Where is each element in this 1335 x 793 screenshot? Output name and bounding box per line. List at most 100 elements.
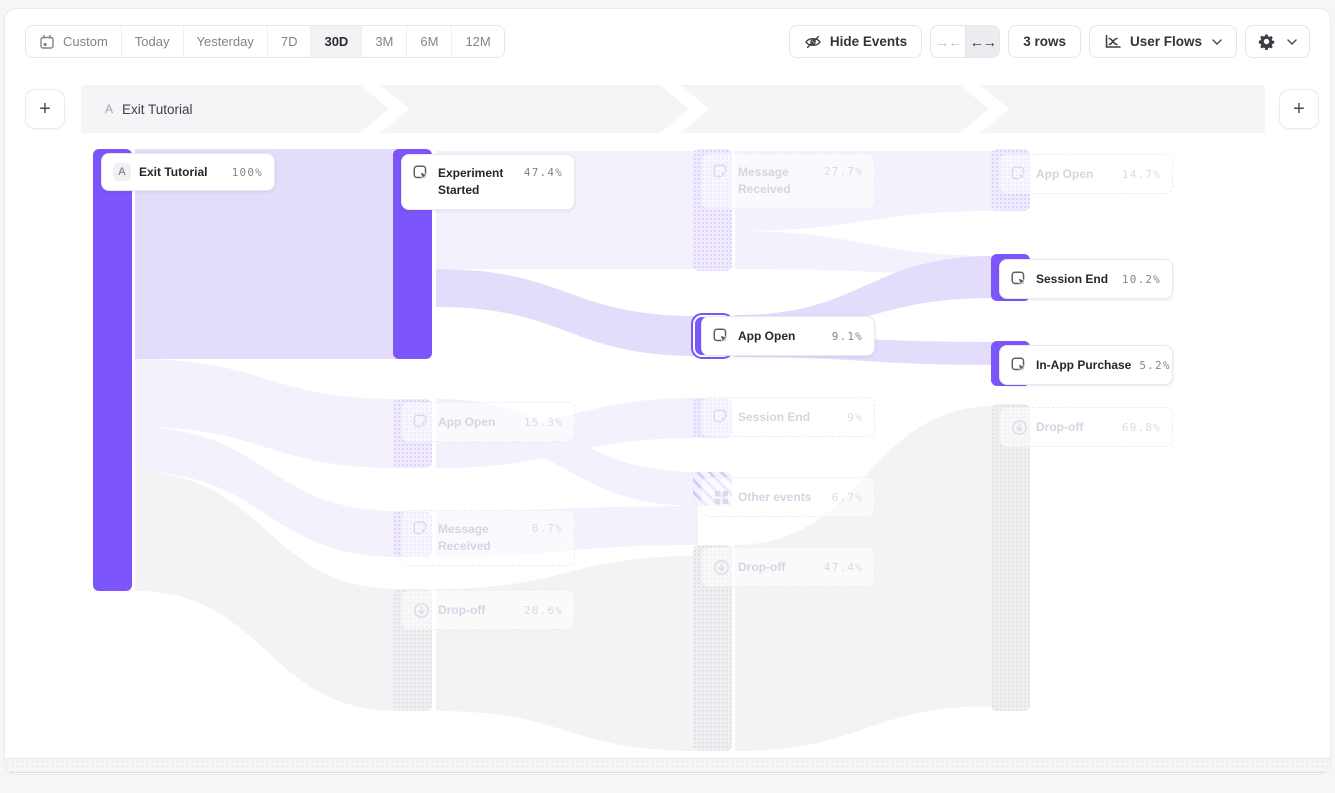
date-range-3m[interactable]: 3M bbox=[361, 26, 406, 57]
calendar-icon bbox=[39, 34, 55, 50]
flow-node-session-end-s2[interactable]: Session End 9% bbox=[701, 397, 875, 437]
date-range-selector: Custom Today Yesterday 7D 30D 3M 6M 12M bbox=[25, 25, 505, 58]
event-icon bbox=[713, 409, 730, 426]
event-icon bbox=[1011, 166, 1028, 183]
event-name: Message Received bbox=[738, 164, 816, 198]
expand-columns-button[interactable]: ←→ bbox=[965, 26, 999, 57]
start-event-label[interactable]: A Exit Tutorial bbox=[105, 85, 193, 133]
hide-events-label: Hide Events bbox=[830, 34, 907, 49]
rows-label: 3 rows bbox=[1023, 34, 1066, 49]
date-range-label: Yesterday bbox=[197, 34, 254, 49]
drop-off-icon bbox=[713, 559, 730, 576]
event-share: 69.8% bbox=[1122, 421, 1161, 434]
gear-icon bbox=[1258, 33, 1275, 50]
event-share: 8.7% bbox=[532, 522, 563, 535]
flow-node-app-open-s1[interactable]: App Open 15.3% bbox=[401, 402, 575, 442]
date-range-label: Today bbox=[135, 34, 170, 49]
flow-ribbon-message-received-s2-to-session-end-s3 bbox=[735, 231, 996, 274]
flow-node-exit-tutorial[interactable]: A Exit Tutorial 100% bbox=[101, 153, 275, 191]
start-event-title: Exit Tutorial bbox=[122, 102, 193, 117]
date-range-label: 30D bbox=[324, 34, 348, 49]
date-range-custom[interactable]: Custom bbox=[26, 26, 121, 57]
flow-node-other-events-s2[interactable]: Other events 6.7% bbox=[701, 477, 875, 517]
event-name: Session End bbox=[1036, 271, 1114, 288]
event-name: App Open bbox=[1036, 166, 1114, 183]
view-selector-label: User Flows bbox=[1130, 34, 1202, 49]
flow-ribbon-drop-off-s1-to-drop-off-s2 bbox=[436, 556, 698, 751]
settings-button[interactable] bbox=[1245, 25, 1310, 58]
event-icon bbox=[713, 328, 730, 345]
toolbar-right: Hide Events →← ←→ 3 rows User Flows bbox=[789, 25, 1310, 58]
toolbar: Custom Today Yesterday 7D 30D 3M 6M 12M Hide Ev… bbox=[25, 25, 1310, 58]
date-range-12m[interactable]: 12M bbox=[451, 26, 503, 57]
flow-node-experiment-started[interactable]: Experiment Started 47.4% bbox=[401, 154, 575, 210]
flow-ribbon-exit-tutorial-to-drop-off-s1 bbox=[135, 472, 398, 711]
drop-off-icon bbox=[413, 602, 430, 619]
event-icon bbox=[1011, 357, 1028, 374]
step-chevron-separators bbox=[81, 85, 1265, 133]
date-range-6m[interactable]: 6M bbox=[406, 26, 451, 57]
flow-node-in-app-purchase-s3[interactable]: In-App Purchase 5.2% bbox=[999, 345, 1173, 385]
date-range-today[interactable]: Today bbox=[121, 26, 183, 57]
event-share: 9.1% bbox=[832, 330, 863, 343]
flow-bar-drop-off-s3[interactable] bbox=[991, 404, 1030, 711]
spacing-toggle: →← ←→ bbox=[930, 25, 1000, 58]
other-events-icon bbox=[713, 489, 730, 506]
event-share: 15.3% bbox=[524, 416, 563, 429]
rows-button[interactable]: 3 rows bbox=[1008, 25, 1081, 58]
event-name: Message Received bbox=[438, 521, 524, 555]
user-flows-panel: Custom Today Yesterday 7D 30D 3M 6M 12M Hide Ev… bbox=[4, 8, 1331, 775]
flow-node-drop-off-s1[interactable]: Drop-off 28.6% bbox=[401, 590, 575, 630]
event-name: Session End bbox=[738, 409, 839, 426]
date-range-30d[interactable]: 30D bbox=[310, 26, 361, 57]
event-icon bbox=[413, 521, 430, 538]
event-name: In-App Purchase bbox=[1036, 357, 1131, 374]
flow-node-app-open-s3[interactable]: App Open14.7% bbox=[999, 154, 1173, 194]
event-share: 28.6% bbox=[524, 604, 563, 617]
event-name: Drop-off bbox=[438, 602, 516, 619]
event-share: 100% bbox=[232, 166, 263, 179]
collapse-columns-button[interactable]: →← bbox=[931, 26, 965, 57]
date-range-label: 6M bbox=[420, 34, 438, 49]
flow-node-session-end-s3[interactable]: Session End10.2% bbox=[999, 259, 1173, 299]
flow-ribbon-experiment-started-to-app-open-s2 bbox=[436, 269, 698, 356]
view-selector-button[interactable]: User Flows bbox=[1089, 25, 1237, 58]
event-icon bbox=[1011, 271, 1028, 288]
date-range-7d[interactable]: 7D bbox=[267, 26, 311, 57]
date-range-label: 12M bbox=[465, 34, 490, 49]
chevron-down-icon bbox=[1212, 39, 1222, 45]
event-name: Other events bbox=[738, 489, 824, 506]
event-name: Experiment Started bbox=[438, 165, 516, 199]
event-share: 5.2% bbox=[1139, 359, 1170, 372]
drop-off-icon bbox=[1011, 419, 1028, 436]
chevron-down-icon bbox=[1287, 39, 1297, 45]
date-range-label: Custom bbox=[63, 34, 108, 49]
flow-node-message-received-s1[interactable]: Message Received 8.7% bbox=[401, 510, 575, 566]
event-icon bbox=[413, 165, 430, 182]
event-name: App Open bbox=[438, 414, 516, 431]
event-share: 47.4% bbox=[524, 166, 563, 179]
flow-node-drop-off-s3[interactable]: Drop-off 69.8% bbox=[999, 407, 1173, 447]
event-badge: A bbox=[113, 163, 131, 181]
flow-node-app-open-s2[interactable]: App Open9.1% bbox=[701, 316, 875, 356]
footer-strip bbox=[5, 758, 1330, 773]
date-range-label: 3M bbox=[375, 34, 393, 49]
flow-node-message-received-s2[interactable]: Message Received27.7% bbox=[701, 153, 875, 209]
hide-events-button[interactable]: Hide Events bbox=[789, 25, 922, 58]
flow-step-band: A Exit Tutorial bbox=[81, 85, 1265, 133]
date-range-label: 7D bbox=[281, 34, 298, 49]
flow-node-drop-off-s2[interactable]: Drop-off 47.4% bbox=[701, 547, 875, 587]
event-icon bbox=[413, 414, 430, 431]
event-share: 6.7% bbox=[832, 491, 863, 504]
event-name: Exit Tutorial bbox=[139, 164, 224, 181]
eye-off-icon bbox=[804, 33, 822, 51]
event-name: Drop-off bbox=[738, 559, 816, 576]
flow-bar-exit-tutorial[interactable] bbox=[93, 149, 132, 591]
event-name: Drop-off bbox=[1036, 419, 1114, 436]
event-share: 47.4% bbox=[824, 561, 863, 574]
add-step-left-button[interactable]: + bbox=[25, 89, 65, 129]
event-share: 9% bbox=[847, 411, 863, 424]
date-range-yesterday[interactable]: Yesterday bbox=[183, 26, 267, 57]
flow-ribbon-exit-tutorial-to-message-received-s1 bbox=[135, 427, 398, 557]
add-step-right-button[interactable]: + bbox=[1279, 89, 1319, 129]
